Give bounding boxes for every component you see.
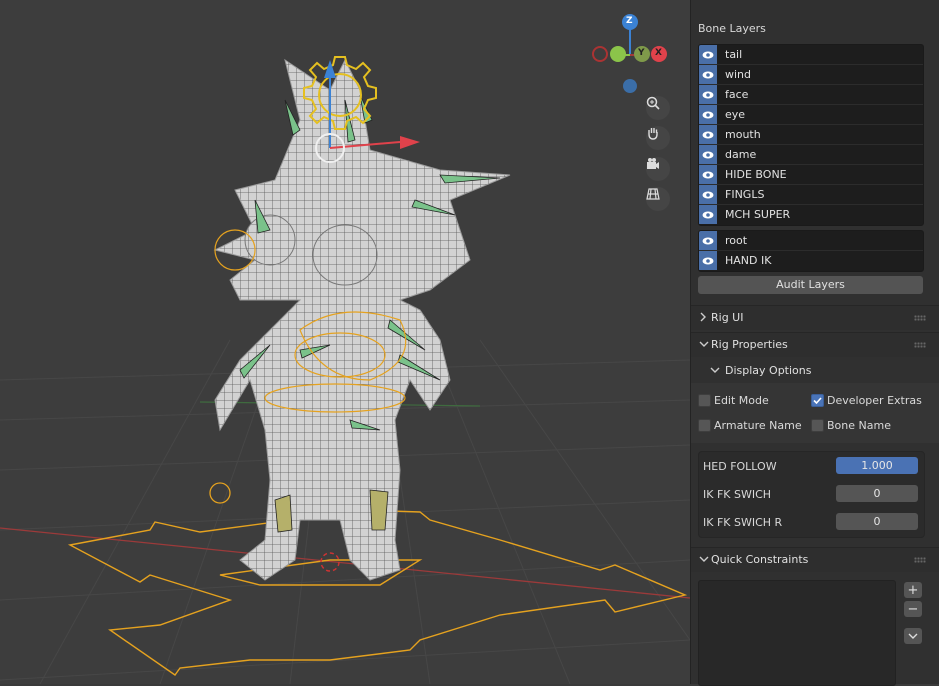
eye-icon[interactable] (699, 145, 717, 164)
layer-row-eye[interactable]: eye (699, 105, 923, 125)
layer-label: face (725, 88, 749, 101)
remove-icon[interactable]: − (904, 601, 922, 617)
layer-row-dame[interactable]: dame (699, 145, 923, 165)
eye-icon[interactable] (699, 165, 717, 184)
chevron-down-icon (710, 367, 720, 373)
hed-follow-slider[interactable]: 1.000 (836, 457, 918, 474)
bone-layers-title: Bone Layers (698, 22, 766, 35)
developer-extras-checkbox[interactable] (811, 394, 824, 407)
eye-icon[interactable] (699, 125, 717, 144)
3d-viewport[interactable]: Z Y X (0, 0, 690, 684)
layer-row-hide-bone[interactable]: HIDE BONE (699, 165, 923, 185)
hand-pan-icon[interactable] (646, 126, 670, 150)
add-icon[interactable]: + (904, 582, 922, 598)
quick-constraints-label: Quick Constraints (711, 553, 809, 566)
bone-name-checkbox[interactable] (811, 419, 824, 432)
layer-row-mouth[interactable]: mouth (699, 125, 923, 145)
eye-icon[interactable] (699, 45, 717, 64)
ik-fk-swich-field[interactable]: 0 (836, 485, 918, 502)
grid-perspective-icon[interactable] (646, 187, 670, 211)
gizmo-y-label: Y (638, 48, 645, 58)
bone-layers-group-2: root HAND IK (698, 230, 924, 272)
bone-name-label: Bone Name (827, 419, 891, 432)
rig-ui-label: Rig UI (711, 311, 744, 324)
character-mesh (213, 58, 511, 581)
layer-row-wind[interactable]: wind (699, 65, 923, 85)
bone-layers-group-1: tail wind face eye mouth dame HIDE BONE … (698, 44, 924, 226)
quick-constraints-section-header[interactable]: Quick Constraints (691, 547, 939, 572)
camera-icon[interactable] (646, 157, 670, 181)
display-options-header[interactable]: Display Options (705, 359, 933, 381)
drag-handle-icon[interactable] (914, 557, 926, 563)
rig-properties-section-header[interactable]: Rig Properties (691, 332, 939, 357)
layer-label: MCH SUPER (725, 208, 791, 221)
eye-icon[interactable] (699, 185, 717, 204)
layer-label: tail (725, 48, 743, 61)
properties-sidebar: Bone Layers tail wind face eye mouth dam… (690, 0, 939, 686)
layer-label: root (725, 234, 748, 247)
edit-mode-checkbox[interactable] (698, 394, 711, 407)
layer-row-face[interactable]: face (699, 85, 923, 105)
constraints-list[interactable] (698, 580, 896, 686)
eye-icon[interactable] (699, 85, 717, 104)
audit-layers-button[interactable]: Audit Layers (698, 276, 923, 294)
eye-icon[interactable] (699, 205, 717, 224)
rig-ui-section-header[interactable]: Rig UI (691, 305, 939, 330)
gizmo-x-label: X (655, 48, 662, 58)
display-options-body (691, 383, 939, 443)
layer-label: HIDE BONE (725, 168, 787, 181)
eye-icon[interactable] (699, 231, 717, 250)
eye-icon[interactable] (699, 65, 717, 84)
eye-icon[interactable] (699, 251, 717, 270)
ik-fk-swich-r-label: IK FK SWICH R (703, 516, 783, 529)
ik-fk-swich-label: IK FK SWICH (703, 488, 772, 501)
rig-properties-label: Rig Properties (711, 338, 788, 351)
chevron-right-icon (700, 312, 706, 322)
layer-label: wind (725, 68, 752, 81)
layer-label: dame (725, 148, 757, 161)
chevron-down-icon (699, 556, 709, 562)
layer-label: HAND IK (725, 254, 772, 267)
ik-fk-swich-r-field[interactable]: 0 (836, 513, 918, 530)
edit-mode-label: Edit Mode (714, 394, 769, 407)
layer-row-tail[interactable]: tail (699, 45, 923, 65)
display-options-label: Display Options (725, 364, 812, 377)
layer-row-hand-ik[interactable]: HAND IK (699, 251, 923, 271)
armature-name-label: Armature Name (714, 419, 802, 432)
developer-extras-label: Developer Extras (827, 394, 922, 407)
layer-label: FINGLS (725, 188, 765, 201)
layer-label: mouth (725, 128, 761, 141)
chevron-down-menu-icon[interactable] (904, 628, 922, 644)
gizmo-z-label: Z (626, 16, 633, 26)
navigation-gizmo[interactable] (588, 10, 678, 100)
layer-row-fingls[interactable]: FINGLS (699, 185, 923, 205)
layer-row-mch-super[interactable]: MCH SUPER (699, 205, 923, 225)
chevron-down-icon (699, 341, 709, 347)
checkmark-icon (813, 397, 822, 405)
hed-follow-label: HED FOLLOW (703, 460, 777, 473)
drag-handle-icon[interactable] (914, 342, 926, 348)
zoom-icon[interactable] (646, 96, 670, 120)
layer-row-root[interactable]: root (699, 231, 923, 251)
armature-name-checkbox[interactable] (698, 419, 711, 432)
eye-icon[interactable] (699, 105, 717, 124)
layer-label: eye (725, 108, 746, 121)
drag-handle-icon[interactable] (914, 315, 926, 321)
